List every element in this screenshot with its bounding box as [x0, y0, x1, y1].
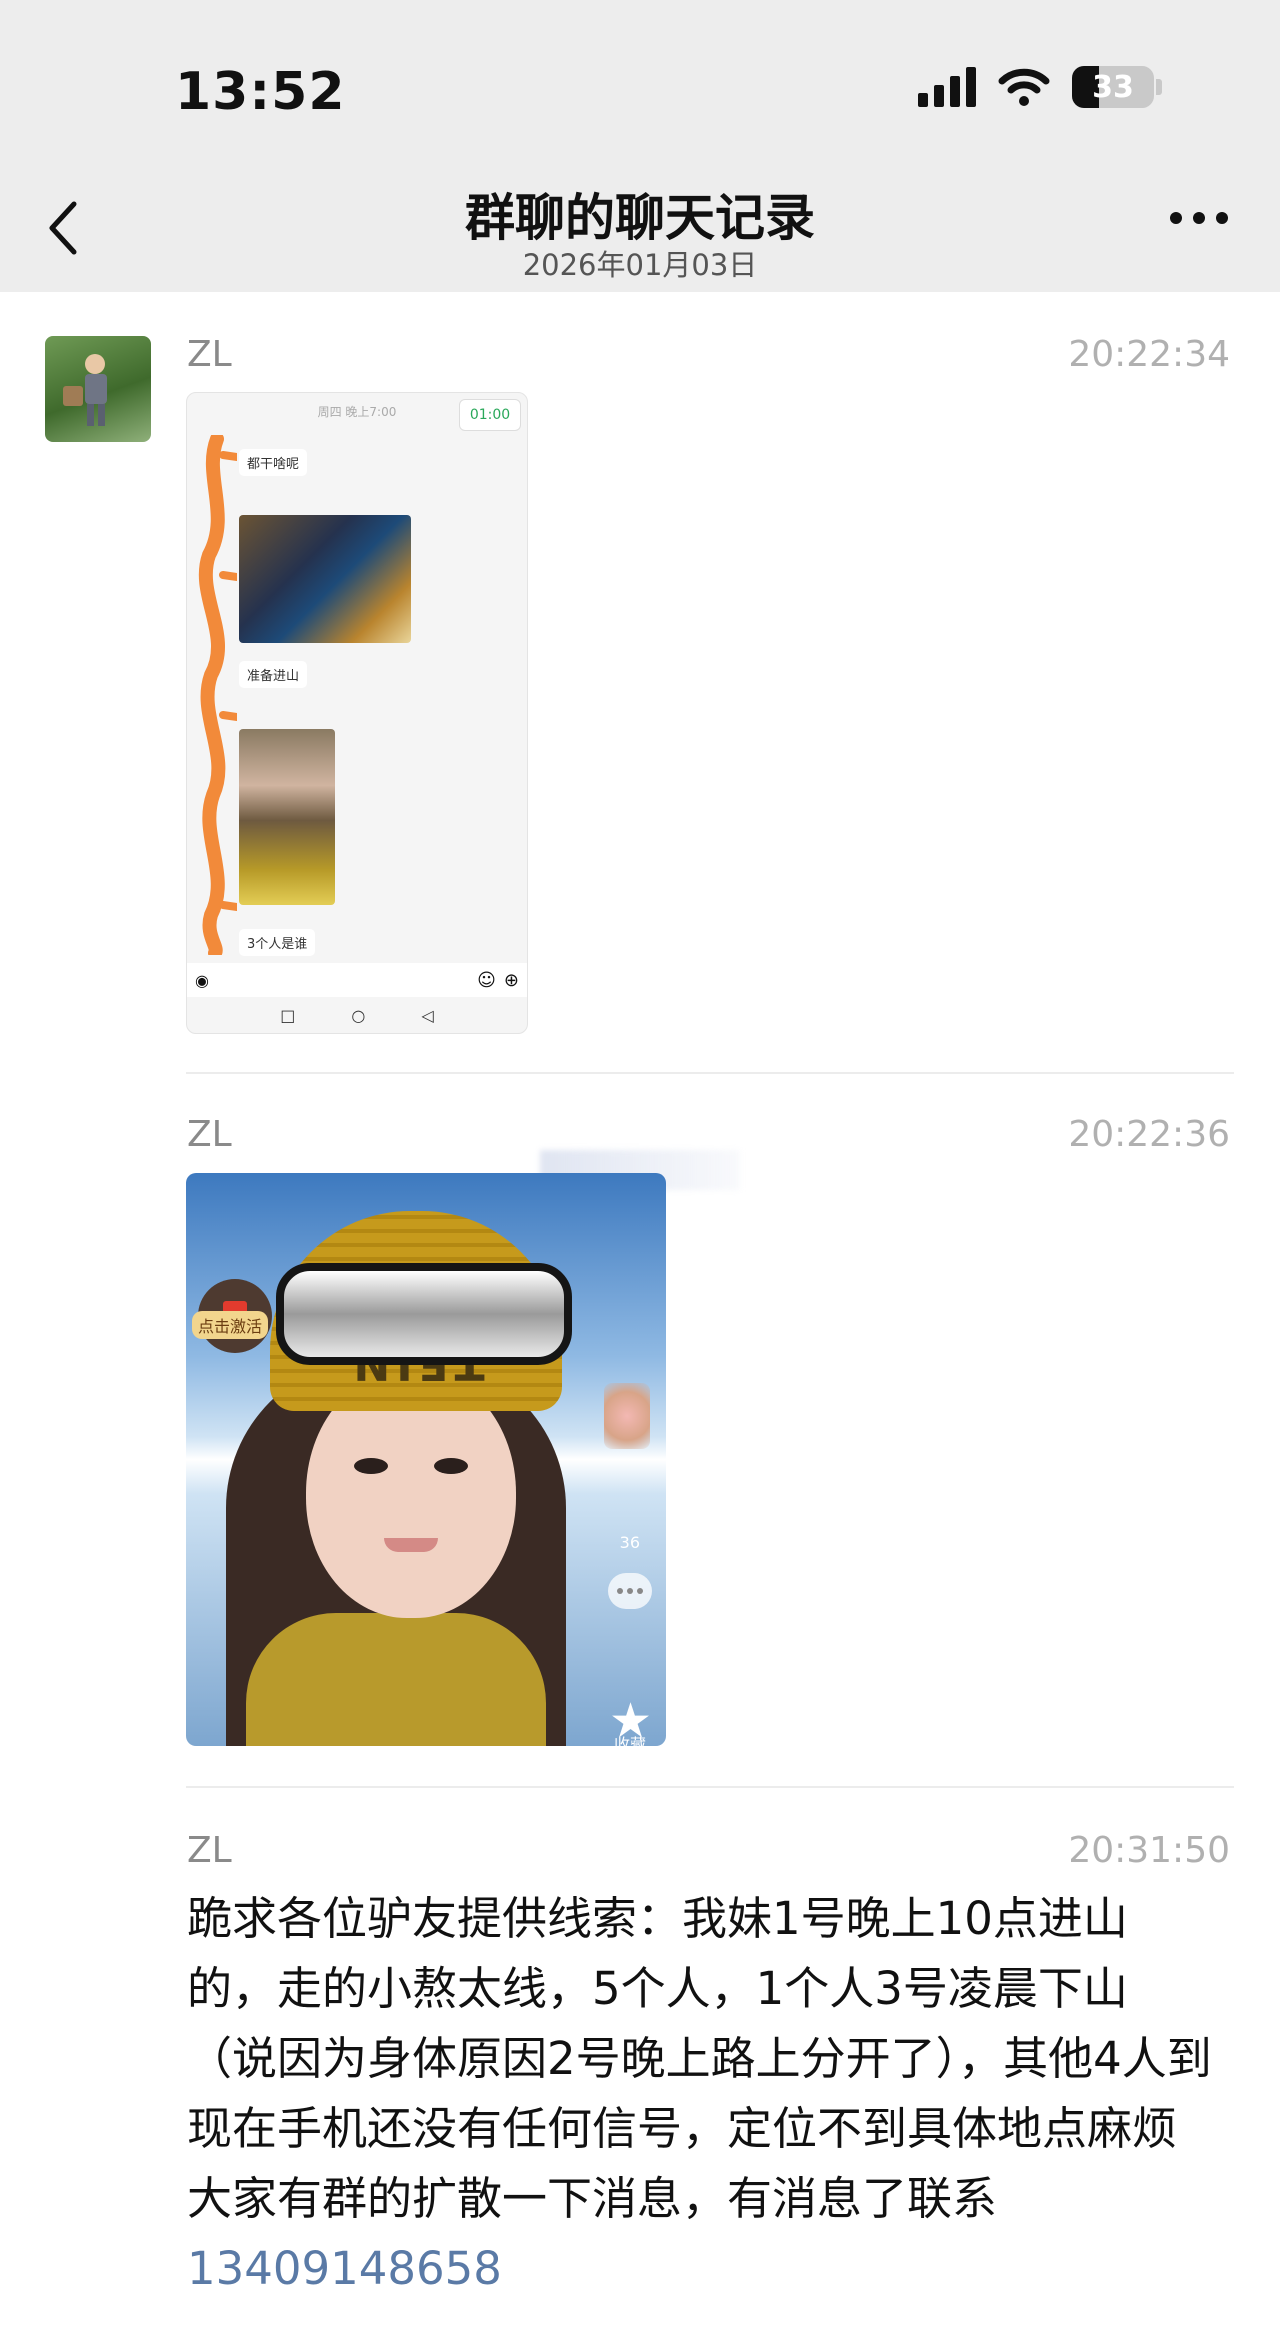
activate-label: 点击激活 [192, 1311, 269, 1339]
page-title: 群聊的聊天记录 [465, 189, 815, 247]
screenshot-bubble: 都干啥呢 [239, 449, 308, 476]
message-time: 20:22:34 [1068, 334, 1230, 375]
phone-link[interactable]: 13409148658 [187, 2242, 502, 2295]
redaction-scribble [198, 435, 237, 955]
status-icons: 33 [918, 66, 1162, 108]
message-body: 跪求各位驴友提供线索：我妹1号晚上10点进山的，走的小熬太线，5个人，1个人3号… [187, 1892, 1212, 2225]
divider [186, 1072, 1234, 1074]
screenshot-input-bar: ◉ ☺ ⊕ [187, 963, 527, 997]
battery-icon: 33 [1072, 66, 1162, 108]
wifi-icon [998, 68, 1050, 106]
portrait-photo[interactable]: TEIN 点击激活 36 ★ 收藏 [186, 1173, 666, 1746]
screenshot-image[interactable]: 周四 晚上7:00 01:00 都干啥呢 准备进山 3个人是谁 ◉ ☺ ⊕ □ … [186, 392, 528, 1034]
signal-icon [918, 67, 976, 107]
message-text: 跪求各位驴友提供线索：我妹1号晚上10点进山的，走的小熬太线，5个人，1个人3号… [187, 1884, 1217, 2304]
photo-jacket [246, 1613, 546, 1746]
voice-icon: ◉ [195, 970, 209, 990]
more-button[interactable] [1170, 212, 1228, 224]
more-dots-icon [1170, 212, 1182, 224]
avatar[interactable] [45, 336, 151, 442]
screenshot-photo-car [239, 515, 411, 643]
circle-icon: ○ [351, 1005, 366, 1025]
screenshot-bubble: 准备进山 [239, 661, 308, 688]
sender-name: ZL [187, 334, 232, 375]
screenshot-nav-bar: □ ○ ◁ [187, 997, 527, 1033]
blurred-avatar [604, 1383, 650, 1449]
status-time: 13:52 [175, 62, 346, 122]
comment-icon [608, 1573, 652, 1609]
sender-name: ZL [187, 1114, 232, 1155]
battery-percent: 33 [1092, 69, 1134, 105]
square-icon: □ [280, 1005, 296, 1025]
emoji-icon: ☺ [477, 969, 496, 991]
plus-icon: ⊕ [503, 969, 519, 991]
triangle-back-icon: ◁ [421, 1005, 434, 1025]
message-time: 20:22:36 [1068, 1114, 1230, 1155]
screenshot-timer: 01:00 [459, 399, 521, 431]
top-bar: 13:52 33 群聊的聊天记录 2026年01月03日 [0, 0, 1280, 292]
message-time: 20:31:50 [1068, 1830, 1230, 1871]
like-count: 36 [619, 1533, 640, 1552]
divider [186, 1786, 1234, 1788]
collect-label: 收藏 [613, 1735, 646, 1746]
screenshot-photo-girl [239, 729, 335, 905]
page-date: 2026年01月03日 [522, 248, 758, 282]
sender-name: ZL [187, 1830, 232, 1871]
photo-goggles [276, 1263, 572, 1365]
screenshot-bubble: 3个人是谁 [239, 929, 316, 956]
